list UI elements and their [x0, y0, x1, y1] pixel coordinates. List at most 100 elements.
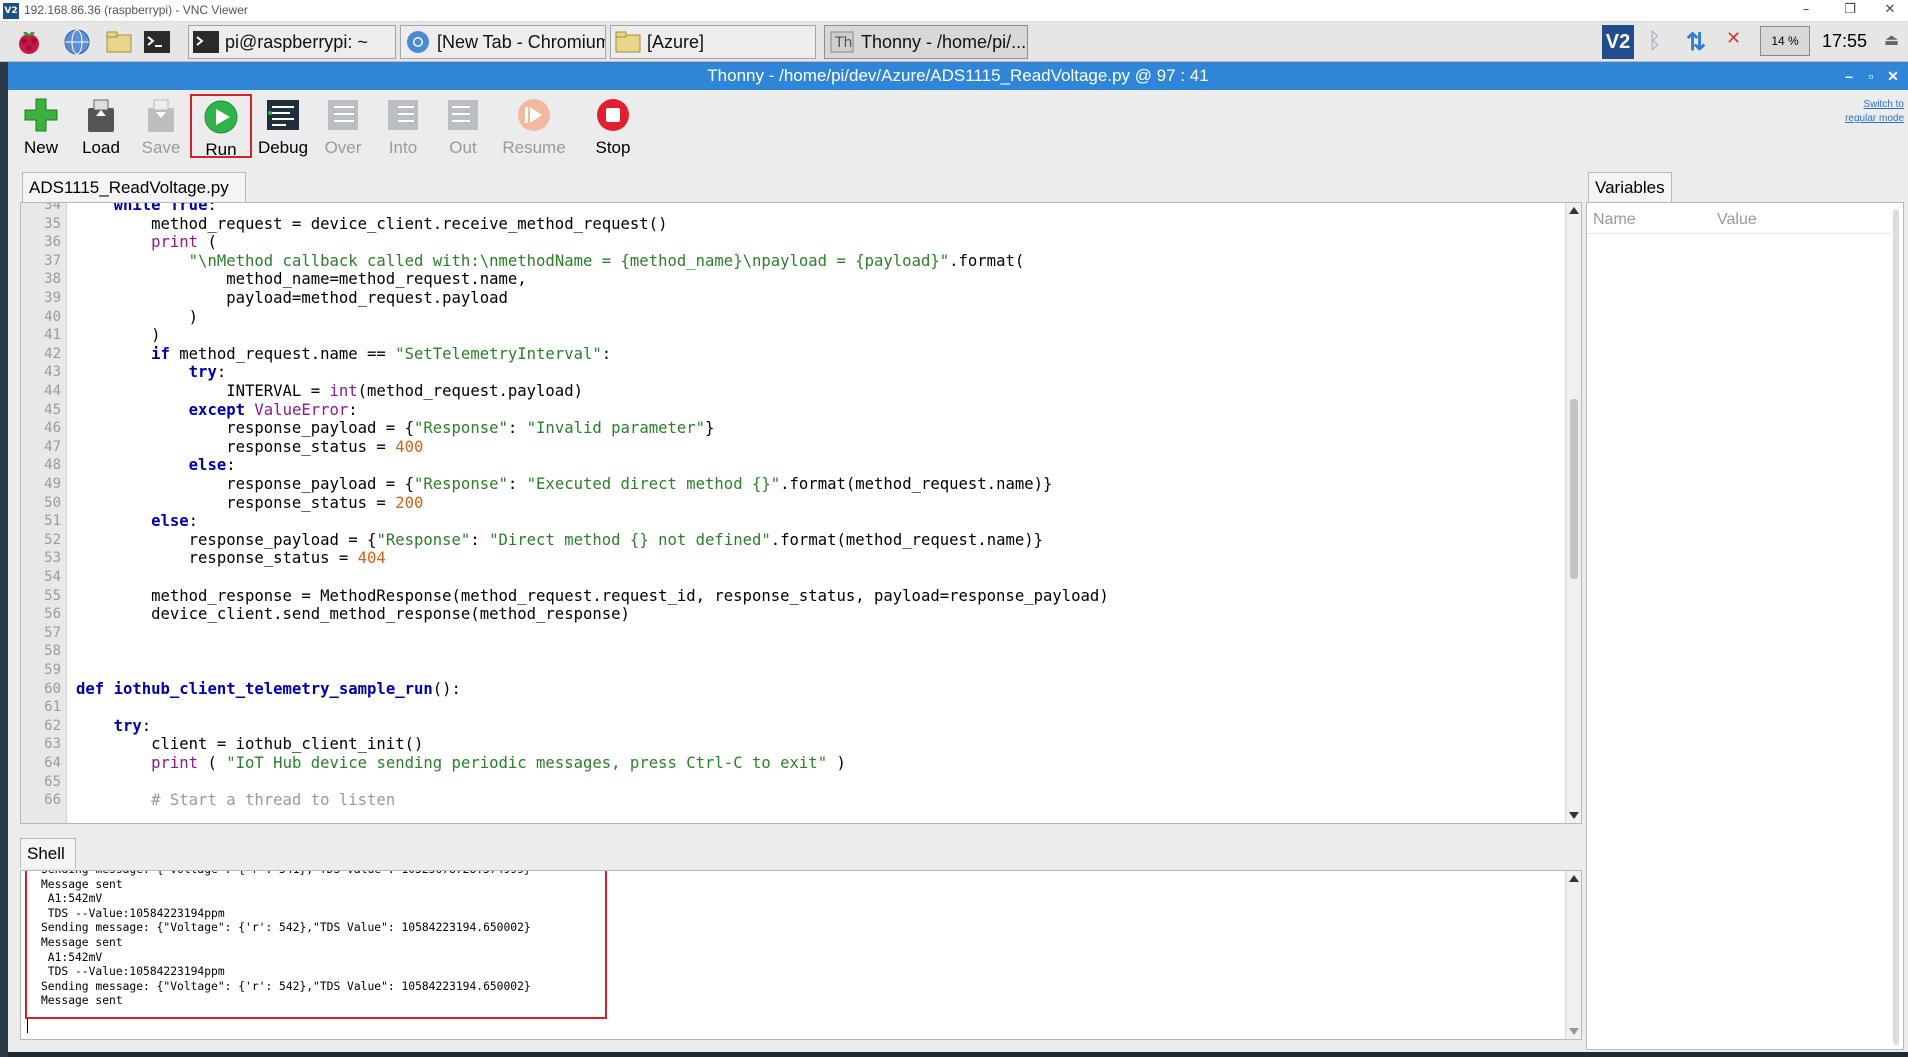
editor-tab-label: ADS1115_ReadVoltage.py [29, 178, 229, 197]
code-line: response_payload = {"Response": "Direct … [76, 530, 1044, 549]
network-arrows-icon[interactable]: ⇅ [1686, 28, 1706, 57]
line-number: 62 [44, 717, 61, 734]
line-number: 53 [44, 550, 61, 567]
line-number: 39 [44, 290, 61, 306]
shell-tab[interactable]: Shell [20, 838, 76, 868]
code-editor[interactable]: 34 while True: 35 method_request = device… [20, 202, 1582, 824]
code-line: response_status = 400 [76, 437, 424, 456]
chromium-icon [407, 31, 429, 53]
file-manager-icon[interactable] [104, 27, 134, 57]
line-number: 41 [44, 327, 61, 344]
resume-icon [518, 99, 550, 131]
shell-scrollbar[interactable] [1565, 871, 1581, 1039]
terminal-icon [193, 31, 219, 53]
svg-text:Th: Th [834, 35, 852, 51]
code-line: print ( "IoT Hub device sending periodic… [151, 754, 846, 772]
code-line: payload=method_request.payload [76, 289, 508, 307]
shell-console[interactable]: Sending message: {"Voltage": {'r': 541},… [20, 870, 1582, 1040]
code-line: except ValueError: [188, 400, 358, 419]
taskbar-item-label: [Azure] [647, 32, 705, 52]
vnc-restore-button[interactable]: ❐ [1832, 2, 1868, 20]
line-number: 37 [44, 252, 61, 269]
scroll-up-icon[interactable] [1569, 207, 1579, 214]
code-line: client = iothub_client_init() [76, 735, 424, 754]
shell-line: Sending message: {"Voltage": {'r': 541},… [41, 871, 531, 877]
vnc-title-bar: V2 192.168.86.36 (raspberrypi) - VNC Vie… [0, 0, 1908, 22]
thonny-icon: Th [830, 31, 854, 53]
load-icon [88, 99, 114, 132]
load-button[interactable]: Load [70, 94, 132, 158]
vnc-minimize-button[interactable]: – [1788, 2, 1824, 20]
taskbar-item-azure-folder[interactable]: [Azure] [610, 25, 816, 59]
header-divider [1587, 233, 1903, 234]
line-number: 46 [44, 420, 61, 437]
step-into-button[interactable]: Into [372, 94, 434, 158]
shell-line: A1:542mV [41, 892, 103, 906]
taskbar: pi@raspberrypi: ~ [New Tab - Chromium] [… [0, 22, 1908, 62]
line-number: 52 [44, 531, 61, 548]
line-number: 50 [44, 494, 61, 511]
volume-muted-icon[interactable]: ✕ [1726, 28, 1741, 49]
editor-scrollbar[interactable] [1565, 203, 1581, 823]
save-button[interactable]: Save [130, 94, 192, 158]
line-number: 42 [44, 345, 61, 362]
shell-line: A1:542mV [41, 950, 103, 964]
variables-panel[interactable]: Name Value [1586, 202, 1904, 1050]
step-out-icon [448, 100, 478, 130]
cpu-usage-monitor[interactable]: 14 % [1760, 26, 1810, 56]
scrollbar-thumb[interactable] [1893, 209, 1899, 1045]
editor-tab[interactable]: ADS1115_ReadVoltage.py ✖ [22, 172, 246, 225]
code-line: response_payload = {"Response": "Invalid… [76, 419, 715, 438]
switch-mode-link[interactable]: Switch to regular mode [1845, 98, 1904, 126]
raspberry-menu-icon[interactable] [14, 27, 44, 57]
shell-line: Message sent [41, 994, 123, 1008]
clock[interactable]: 17:55 [1822, 31, 1867, 52]
minimize-button[interactable]: – [1838, 62, 1860, 90]
maximize-button[interactable]: ▫ [1860, 62, 1882, 90]
debug-button[interactable]: Debug [252, 94, 314, 158]
step-over-button[interactable]: Over [312, 94, 374, 158]
line-number: 47 [44, 438, 61, 455]
line-number: 58 [44, 643, 61, 660]
window-title-bar: Thonny - /home/pi/dev/Azure/ADS1115_Read… [8, 62, 1908, 90]
taskbar-item-thonny[interactable]: Th Thonny - /home/pi/... [824, 25, 1028, 59]
new-button[interactable]: New [10, 94, 72, 158]
run-icon [204, 100, 238, 134]
scroll-up-icon[interactable] [1569, 875, 1579, 882]
shell-line: Sending message: {"Voltage": {'r': 542},… [41, 979, 531, 993]
line-number: 35 [44, 215, 61, 232]
line-number: 38 [44, 271, 61, 288]
code-line: method_response = MethodResponse(method_… [76, 586, 1109, 605]
scrollbar-thumb[interactable] [1570, 399, 1578, 579]
vnc-close-button[interactable]: ✕ [1872, 2, 1908, 20]
code-line: "\nMethod callback called with:\nmethodN… [188, 251, 1025, 270]
line-number: 57 [44, 624, 61, 641]
vnc-tray-icon[interactable]: V2 [1602, 25, 1634, 59]
line-number: 66 [44, 792, 61, 809]
resume-button[interactable]: Resume [496, 94, 572, 158]
bluetooth-icon[interactable]: ᛒ [1648, 28, 1661, 54]
line-number: 55 [44, 587, 61, 604]
step-out-button[interactable]: Out [432, 94, 494, 158]
terminal-icon[interactable] [142, 27, 172, 57]
scroll-down-icon[interactable] [1569, 1028, 1579, 1035]
line-number: 51 [44, 513, 61, 530]
line-number: 49 [44, 476, 61, 492]
browser-globe-icon[interactable] [62, 27, 92, 57]
stop-button[interactable]: Stop [582, 94, 644, 158]
variables-tab[interactable]: Variables [1588, 172, 1672, 202]
taskbar-item-terminal[interactable]: pi@raspberrypi: ~ [188, 25, 396, 59]
variables-scrollbar[interactable] [1891, 203, 1903, 1049]
folder-icon [615, 31, 641, 53]
eject-icon[interactable]: ⏏ [1884, 30, 1899, 50]
scroll-down-icon[interactable] [1569, 812, 1579, 819]
code-line: print ( [151, 233, 217, 252]
line-number: 64 [44, 755, 61, 771]
code-line: ) [76, 326, 161, 345]
taskbar-item-label: [New Tab - Chromium] [437, 32, 606, 52]
code-line: while True: [113, 202, 217, 214]
run-button[interactable]: Run [190, 94, 252, 159]
close-button[interactable]: ✕ [1882, 62, 1904, 90]
taskbar-item-chromium[interactable]: [New Tab - Chromium] [400, 25, 606, 59]
shell-line: Sending message: {"Voltage": {'r': 542},… [41, 921, 531, 935]
